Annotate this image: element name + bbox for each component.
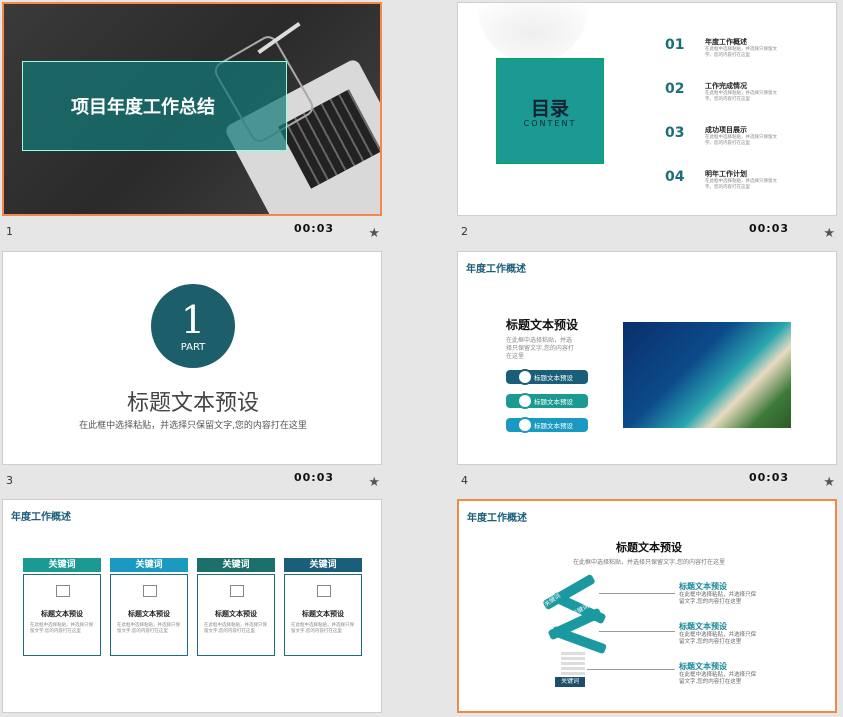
toc-number: 04 [665, 169, 685, 185]
animation-star-icon[interactable]: ★ [823, 226, 835, 241]
pill-icon [517, 369, 533, 385]
keyword-card: 关键词 标题文本预设 在此框中选择粘贴，并选择只保留文字,您的内容打在这里 [284, 558, 362, 656]
point-title: 标题文本预设 [679, 622, 727, 631]
toc-desc: 在此框中选择粘贴，并选择只保留文字。您的内容打在这里 [705, 47, 777, 58]
point-desc: 在此框中选择粘贴，并选择只保留文字,您的内容打在这里 [679, 632, 757, 645]
slide-timing: 00:03 [748, 222, 789, 235]
part-label: PART [180, 341, 206, 353]
animation-star-icon[interactable]: ★ [368, 475, 380, 490]
card-title: 标题文本预设 [41, 610, 83, 618]
beach-aerial-photo [623, 322, 791, 428]
toc-number: 01 [665, 37, 685, 53]
card-label: 关键词 [284, 558, 362, 572]
toc-desc: 在此框中选择粘贴，并选择只保留文字。您的内容打在这里 [705, 135, 777, 146]
slide-title: 标题文本预设 [506, 318, 579, 332]
card-label: 关键词 [23, 558, 101, 572]
chart-icon [230, 585, 244, 597]
point-desc: 在此框中选择粘贴，并选择只保留文字,您的内容打在这里 [679, 592, 757, 605]
card-title: 标题文本预设 [215, 610, 257, 618]
contents-subtitle: CONTENT [523, 119, 577, 128]
point-desc: 在此框中选择粘贴，并选择只保留文字,您的内容打在这里 [679, 672, 757, 685]
keyword-card: 关键词 标题文本预设 在此框中选择粘贴，并选择只保留文字,您的内容打在这里 [197, 558, 275, 656]
animation-star-icon[interactable]: ★ [368, 226, 380, 241]
section-title: 标题文本预设 [126, 391, 259, 416]
keyword-card: 关键词 标题文本预设 在此框中选择粘贴，并选择只保留文字,您的内容打在这里 [110, 558, 188, 656]
card-desc: 在此框中选择粘贴，并选择只保留文字,您的内容打在这里 [30, 623, 93, 634]
connector-line [599, 631, 675, 632]
slide-desc: 在此框中选择粘贴，并选择只保留文字,您的内容打在这里 [506, 337, 574, 360]
slide-number: 1 [6, 225, 13, 238]
card-title: 标题文本预设 [302, 610, 344, 618]
bulb-band [550, 625, 608, 655]
point-title: 标题文本预设 [679, 582, 727, 591]
slide-number: 4 [461, 474, 468, 487]
card-desc: 在此框中选择粘贴，并选择只保留文字,您的内容打在这里 [291, 623, 354, 634]
slide-number: 3 [6, 474, 13, 487]
title-box: 项目年度工作总结 [22, 61, 287, 151]
board-icon [317, 585, 331, 597]
slide-thumbnail-4[interactable]: 年度工作概述 标题文本预设 在此框中选择粘贴，并选择只保留文字,您的内容打在这里… [457, 251, 837, 465]
toc-title: 成功项目展示 [705, 126, 747, 134]
slide-timing: 00:03 [293, 471, 334, 484]
animation-star-icon[interactable]: ★ [823, 475, 835, 490]
toc-title: 年度工作概述 [705, 38, 747, 46]
slide-thumbnail-2[interactable]: 目录 CONTENT 01 年度工作概述 在此框中选择粘贴，并选择只保留文字。您… [457, 2, 837, 216]
point-title: 标题文本预设 [679, 662, 727, 671]
target-icon [56, 585, 70, 597]
slide-number: 2 [461, 225, 468, 238]
part-number: 1 [180, 297, 206, 342]
connector-line [587, 669, 675, 670]
slide-thumbnail-3[interactable]: 1 PART 标题文本预设 在此框中选择粘贴，并选择只保留文字,您的内容打在这里 [2, 251, 382, 465]
keyword-tag: 关键词 [555, 677, 585, 687]
toc-title: 明年工作计划 [705, 170, 747, 178]
pill-label: 标题文本预设 [534, 422, 573, 430]
pill-icon [517, 393, 533, 409]
section-subtitle: 在此框中选择粘贴，并选择只保留文字,您的内容打在这里 [79, 421, 307, 431]
keyword-card: 关键词 标题文本预设 在此框中选择粘贴，并选择只保留文字,您的内容打在这里 [23, 558, 101, 656]
toc-desc: 在此框中选择粘贴，并选择只保留文字。您的内容打在这里 [705, 91, 777, 102]
toc-title: 工作完成情况 [705, 82, 747, 90]
pill-icon [517, 417, 533, 433]
card-desc: 在此框中选择粘贴，并选择只保留文字,您的内容打在这里 [117, 623, 180, 634]
slide-header: 年度工作概述 [11, 512, 71, 523]
card-label: 关键词 [197, 558, 275, 572]
pill-label: 标题文本预设 [534, 398, 573, 406]
contents-title: 目录 [530, 98, 569, 120]
toc-number: 02 [665, 81, 685, 97]
slide-subtitle: 在此框中选择粘贴，并选择只保留文字,您的内容打在这里 [573, 559, 725, 566]
plant-decoration [478, 3, 588, 63]
slide-thumbnail-5[interactable]: 年度工作概述 关键词 标题文本预设 在此框中选择粘贴，并选择只保留文字,您的内容… [2, 499, 382, 713]
feature-pill: 标题文本预设 [506, 369, 588, 385]
pill-label: 标题文本预设 [534, 374, 573, 382]
slide-timing: 00:03 [748, 471, 789, 484]
part-circle: 1 PART [151, 284, 235, 368]
presentation-icon [143, 585, 157, 597]
contents-box: 目录 CONTENT [496, 58, 604, 164]
slide-header: 年度工作概述 [467, 513, 527, 524]
bulb-base [561, 651, 585, 675]
card-title: 标题文本预设 [128, 610, 170, 618]
slide-timing: 00:03 [293, 222, 334, 235]
slide-header: 年度工作概述 [466, 264, 526, 275]
card-label: 关键词 [110, 558, 188, 572]
connector-line [599, 593, 675, 594]
toc-desc: 在此框中选择粘贴，并选择只保留文字。您的内容打在这里 [705, 179, 777, 190]
toc-number: 03 [665, 125, 685, 141]
feature-pill: 标题文本预设 [506, 393, 588, 409]
slide-title: 标题文本预设 [616, 541, 682, 554]
slide-thumbnail-6[interactable]: 年度工作概述 标题文本预设 在此框中选择粘贴，并选择只保留文字,您的内容打在这里… [457, 499, 837, 713]
card-desc: 在此框中选择粘贴，并选择只保留文字,您的内容打在这里 [204, 623, 267, 634]
feature-pill: 标题文本预设 [506, 417, 588, 433]
slide-title: 项目年度工作总结 [71, 97, 215, 118]
slide-thumbnail-1[interactable]: 项目年度工作总结 [2, 2, 382, 216]
